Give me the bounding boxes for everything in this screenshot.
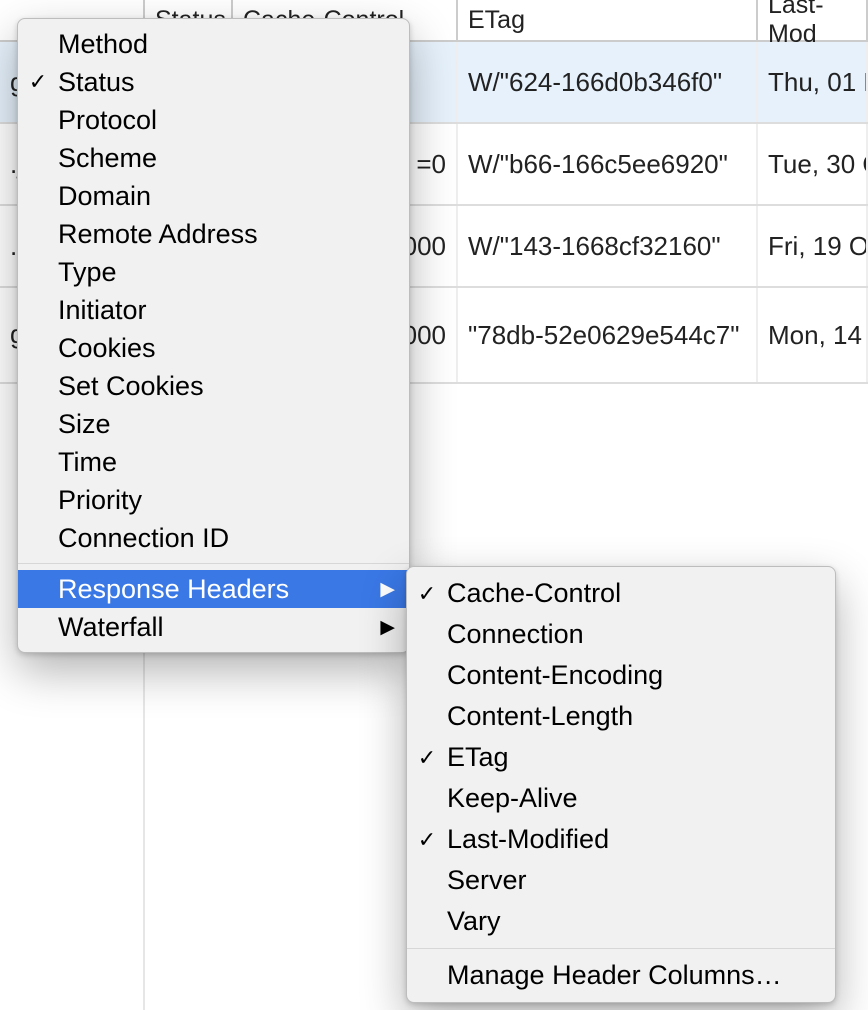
submenu-item-content-length[interactable]: Content-Length (407, 696, 835, 737)
menu-item-waterfall[interactable]: Waterfall ▶ (18, 608, 409, 646)
menu-item-label: Connection ID (58, 523, 395, 554)
th-etag[interactable]: ETag (458, 0, 758, 40)
menu-item-label: ETag (447, 742, 821, 773)
submenu-item-etag[interactable]: ✓ ETag (407, 737, 835, 778)
menu-item-label: Keep-Alive (447, 783, 821, 814)
menu-item-label: Vary (447, 906, 821, 937)
submenu-item-content-encoding[interactable]: Content-Encoding (407, 655, 835, 696)
menu-item-label: Cache-Control (447, 578, 821, 609)
menu-item-connection-id[interactable]: Connection ID (18, 519, 409, 557)
menu-item-label: Size (58, 409, 395, 440)
submenu-item-vary[interactable]: Vary (407, 901, 835, 942)
menu-item-label: Content-Encoding (447, 660, 821, 691)
menu-item-priority[interactable]: Priority (18, 481, 409, 519)
menu-item-label: Response Headers (58, 574, 375, 605)
menu-item-initiator[interactable]: Initiator (18, 291, 409, 329)
menu-item-set-cookies[interactable]: Set Cookies (18, 367, 409, 405)
submenu-arrow-icon: ▶ (375, 616, 395, 639)
menu-item-label: Domain (58, 181, 395, 212)
menu-item-label: Scheme (58, 143, 395, 174)
menu-item-time[interactable]: Time (18, 443, 409, 481)
menu-item-scheme[interactable]: Scheme (18, 139, 409, 177)
submenu-item-last-modified[interactable]: ✓ Last-Modified (407, 819, 835, 860)
menu-item-domain[interactable]: Domain (18, 177, 409, 215)
menu-item-type[interactable]: Type (18, 253, 409, 291)
menu-separator (18, 563, 409, 564)
menu-item-label: Method (58, 29, 395, 60)
menu-item-label: Server (447, 865, 821, 896)
menu-item-label: Status (58, 67, 395, 98)
menu-item-label: Remote Address (58, 219, 395, 250)
menu-item-label: Last-Modified (447, 824, 821, 855)
menu-item-remote-address[interactable]: Remote Address (18, 215, 409, 253)
menu-item-label: Type (58, 257, 395, 288)
check-icon: ✓ (407, 581, 447, 607)
menu-item-label: Cookies (58, 333, 395, 364)
submenu-arrow-icon: ▶ (375, 578, 395, 601)
menu-item-method[interactable]: Method (18, 25, 409, 63)
menu-item-label: Initiator (58, 295, 395, 326)
check-icon: ✓ (407, 827, 447, 853)
menu-item-label: Content-Length (447, 701, 821, 732)
menu-item-label: Time (58, 447, 395, 478)
submenu-item-server[interactable]: Server (407, 860, 835, 901)
menu-separator (407, 948, 835, 949)
response-headers-submenu[interactable]: ✓ Cache-Control Connection Content-Encod… (406, 566, 836, 1003)
columns-context-menu[interactable]: Method ✓ Status Protocol Scheme Domain R… (17, 18, 410, 653)
menu-item-label: Connection (447, 619, 821, 650)
menu-item-size[interactable]: Size (18, 405, 409, 443)
menu-item-label: Manage Header Columns… (447, 960, 821, 991)
menu-item-cookies[interactable]: Cookies (18, 329, 409, 367)
submenu-item-connection[interactable]: Connection (407, 614, 835, 655)
menu-item-label: Waterfall (58, 612, 375, 643)
menu-item-response-headers[interactable]: Response Headers ▶ (18, 570, 409, 608)
check-icon: ✓ (18, 69, 58, 95)
submenu-item-cache-control[interactable]: ✓ Cache-Control (407, 573, 835, 614)
menu-item-label: Priority (58, 485, 395, 516)
th-last-modified[interactable]: Last-Mod (758, 0, 868, 40)
menu-item-status[interactable]: ✓ Status (18, 63, 409, 101)
submenu-item-keep-alive[interactable]: Keep-Alive (407, 778, 835, 819)
submenu-item-manage-columns[interactable]: Manage Header Columns… (407, 955, 835, 996)
menu-item-label: Set Cookies (58, 371, 395, 402)
check-icon: ✓ (407, 745, 447, 771)
menu-item-protocol[interactable]: Protocol (18, 101, 409, 139)
menu-item-label: Protocol (58, 105, 395, 136)
